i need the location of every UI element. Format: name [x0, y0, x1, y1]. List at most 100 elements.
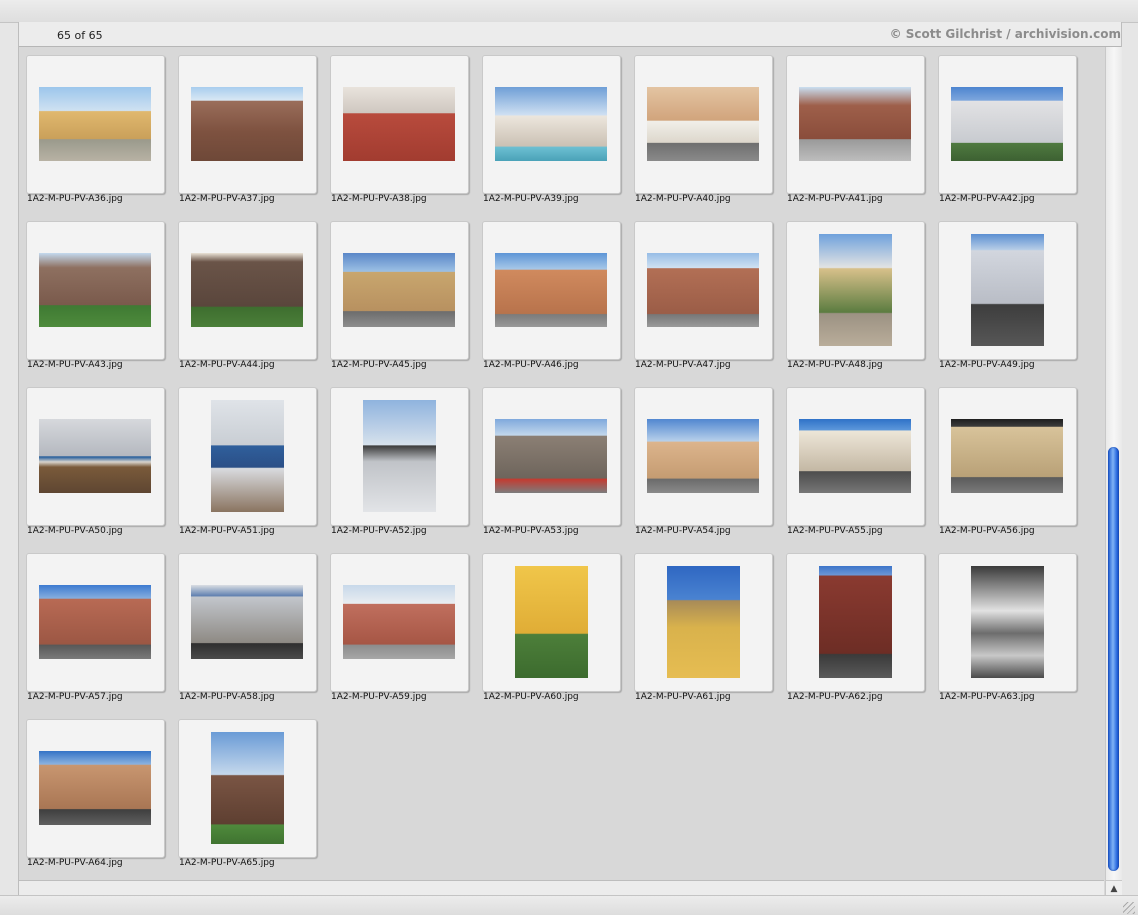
thumbnail-frame[interactable] — [26, 55, 165, 194]
thumbnail-frame[interactable] — [178, 221, 317, 360]
thumbnail-item[interactable]: 1A2-M-PU-PV-A56.jpg — [931, 379, 1081, 539]
thumbnail-frame[interactable] — [482, 55, 621, 194]
thumbnail-item[interactable]: 1A2-M-PU-PV-A63.jpg — [931, 545, 1081, 705]
thumbnail-frame[interactable] — [634, 387, 773, 526]
thumbnail-item[interactable]: 1A2-M-PU-PV-A42.jpg — [931, 47, 1081, 207]
thumbnail-item[interactable]: 1A2-M-PU-PV-A49.jpg — [931, 213, 1081, 373]
thumbnail-frame[interactable] — [938, 55, 1077, 194]
thumbnail-filename: 1A2-M-PU-PV-A43.jpg — [27, 360, 123, 370]
thumbnail-frame[interactable] — [26, 221, 165, 360]
thumbnail-frame[interactable] — [938, 387, 1077, 526]
photo-thumbnail — [211, 732, 284, 844]
thumbnail-frame[interactable] — [786, 221, 925, 360]
thumbnail-item[interactable]: 1A2-M-PU-PV-A48.jpg — [779, 213, 929, 373]
thumbnail-filename: 1A2-M-PU-PV-A54.jpg — [635, 526, 731, 536]
thumbnail-filename: 1A2-M-PU-PV-A49.jpg — [939, 360, 1035, 370]
thumbnail-filename: 1A2-M-PU-PV-A44.jpg — [179, 360, 275, 370]
thumbnail-frame[interactable] — [330, 553, 469, 692]
thumbnail-item[interactable]: 1A2-M-PU-PV-A39.jpg — [475, 47, 625, 207]
photo-thumbnail — [495, 253, 607, 327]
thumbnail-filename: 1A2-M-PU-PV-A56.jpg — [939, 526, 1035, 536]
thumbnail-frame[interactable] — [330, 55, 469, 194]
photo-thumbnail — [363, 400, 436, 512]
thumbnail-frame[interactable] — [178, 719, 317, 858]
thumbnail-filename: 1A2-M-PU-PV-A63.jpg — [939, 692, 1035, 702]
thumbnail-filename: 1A2-M-PU-PV-A55.jpg — [787, 526, 883, 536]
thumbnail-item[interactable]: 1A2-M-PU-PV-A47.jpg — [627, 213, 777, 373]
thumbnail-item[interactable]: 1A2-M-PU-PV-A36.jpg — [19, 47, 169, 207]
thumbnail-frame[interactable] — [482, 553, 621, 692]
thumbnail-item[interactable]: 1A2-M-PU-PV-A44.jpg — [171, 213, 321, 373]
scrollbar-thumb[interactable] — [1108, 447, 1119, 871]
thumbnail-filename: 1A2-M-PU-PV-A59.jpg — [331, 692, 427, 702]
thumbnail-frame[interactable] — [330, 221, 469, 360]
thumbnail-item[interactable]: 1A2-M-PU-PV-A46.jpg — [475, 213, 625, 373]
thumbnail-filename: 1A2-M-PU-PV-A39.jpg — [483, 194, 579, 204]
thumbnail-frame[interactable] — [482, 387, 621, 526]
thumbnail-item[interactable]: 1A2-M-PU-PV-A40.jpg — [627, 47, 777, 207]
thumbnail-frame[interactable] — [938, 553, 1077, 692]
thumbnail-frame[interactable] — [26, 387, 165, 526]
thumbnail-frame[interactable] — [938, 221, 1077, 360]
thumbnail-item[interactable]: 1A2-M-PU-PV-A65.jpg — [171, 711, 321, 871]
photo-thumbnail — [343, 87, 455, 161]
thumbnail-filename: 1A2-M-PU-PV-A47.jpg — [635, 360, 731, 370]
thumbnail-frame[interactable] — [786, 387, 925, 526]
thumbnail-item[interactable]: 1A2-M-PU-PV-A51.jpg — [171, 379, 321, 539]
photo-thumbnail — [799, 419, 911, 493]
photo-thumbnail — [647, 419, 759, 493]
window-bottom-strip — [0, 895, 1138, 915]
thumbnail-filename: 1A2-M-PU-PV-A61.jpg — [635, 692, 731, 702]
thumbnail-item[interactable]: 1A2-M-PU-PV-A43.jpg — [19, 213, 169, 373]
thumbnail-item[interactable]: 1A2-M-PU-PV-A62.jpg — [779, 545, 929, 705]
photo-thumbnail — [39, 585, 151, 659]
thumbnail-item[interactable]: 1A2-M-PU-PV-A41.jpg — [779, 47, 929, 207]
thumbnail-filename: 1A2-M-PU-PV-A50.jpg — [27, 526, 123, 536]
window-top-strip — [0, 0, 1138, 23]
thumbnail-frame[interactable] — [786, 553, 925, 692]
thumbnail-item[interactable]: 1A2-M-PU-PV-A50.jpg — [19, 379, 169, 539]
photo-thumbnail — [191, 585, 303, 659]
thumbnail-frame[interactable] — [178, 387, 317, 526]
photo-thumbnail — [39, 751, 151, 825]
image-count-label: 65 of 65 — [57, 29, 103, 42]
thumbnail-item[interactable]: 1A2-M-PU-PV-A55.jpg — [779, 379, 929, 539]
photo-thumbnail — [819, 566, 892, 678]
copyright-credit: © Scott Gilchrist / archivision.com — [889, 27, 1121, 41]
thumbnail-frame[interactable] — [178, 553, 317, 692]
thumbnail-item[interactable]: 1A2-M-PU-PV-A64.jpg — [19, 711, 169, 871]
thumbnail-item[interactable]: 1A2-M-PU-PV-A54.jpg — [627, 379, 777, 539]
photo-thumbnail — [799, 87, 911, 161]
thumbnail-item[interactable]: 1A2-M-PU-PV-A52.jpg — [323, 379, 473, 539]
photo-thumbnail — [951, 419, 1063, 493]
thumbnail-item[interactable]: 1A2-M-PU-PV-A61.jpg — [627, 545, 777, 705]
thumbnail-item[interactable]: 1A2-M-PU-PV-A53.jpg — [475, 379, 625, 539]
thumbnail-frame[interactable] — [26, 719, 165, 858]
photo-thumbnail — [667, 566, 740, 678]
thumbnail-frame[interactable] — [178, 55, 317, 194]
thumbnail-item[interactable]: 1A2-M-PU-PV-A57.jpg — [19, 545, 169, 705]
image-browser-window: 65 of 65 © Scott Gilchrist / archivision… — [18, 22, 1122, 913]
thumbnail-frame[interactable] — [634, 221, 773, 360]
vertical-scrollbar[interactable] — [1105, 47, 1122, 880]
thumbnail-item[interactable]: 1A2-M-PU-PV-A37.jpg — [171, 47, 321, 207]
info-bar: 65 of 65 © Scott Gilchrist / archivision… — [19, 22, 1121, 47]
thumbnail-item[interactable]: 1A2-M-PU-PV-A60.jpg — [475, 545, 625, 705]
thumbnail-frame[interactable] — [330, 387, 469, 526]
thumbnail-filename: 1A2-M-PU-PV-A51.jpg — [179, 526, 275, 536]
thumbnail-frame[interactable] — [634, 55, 773, 194]
thumbnail-item[interactable]: 1A2-M-PU-PV-A59.jpg — [323, 545, 473, 705]
thumbnail-frame[interactable] — [634, 553, 773, 692]
thumbnail-frame[interactable] — [482, 221, 621, 360]
resize-grip-icon[interactable] — [1123, 902, 1135, 914]
thumbnail-filename: 1A2-M-PU-PV-A46.jpg — [483, 360, 579, 370]
photo-thumbnail — [515, 566, 588, 678]
thumbnail-frame[interactable] — [786, 55, 925, 194]
thumbnail-frame[interactable] — [26, 553, 165, 692]
photo-thumbnail — [495, 87, 607, 161]
thumbnail-item[interactable]: 1A2-M-PU-PV-A58.jpg — [171, 545, 321, 705]
photo-thumbnail — [39, 87, 151, 161]
thumbnail-item[interactable]: 1A2-M-PU-PV-A45.jpg — [323, 213, 473, 373]
photo-thumbnail — [343, 253, 455, 327]
thumbnail-item[interactable]: 1A2-M-PU-PV-A38.jpg — [323, 47, 473, 207]
